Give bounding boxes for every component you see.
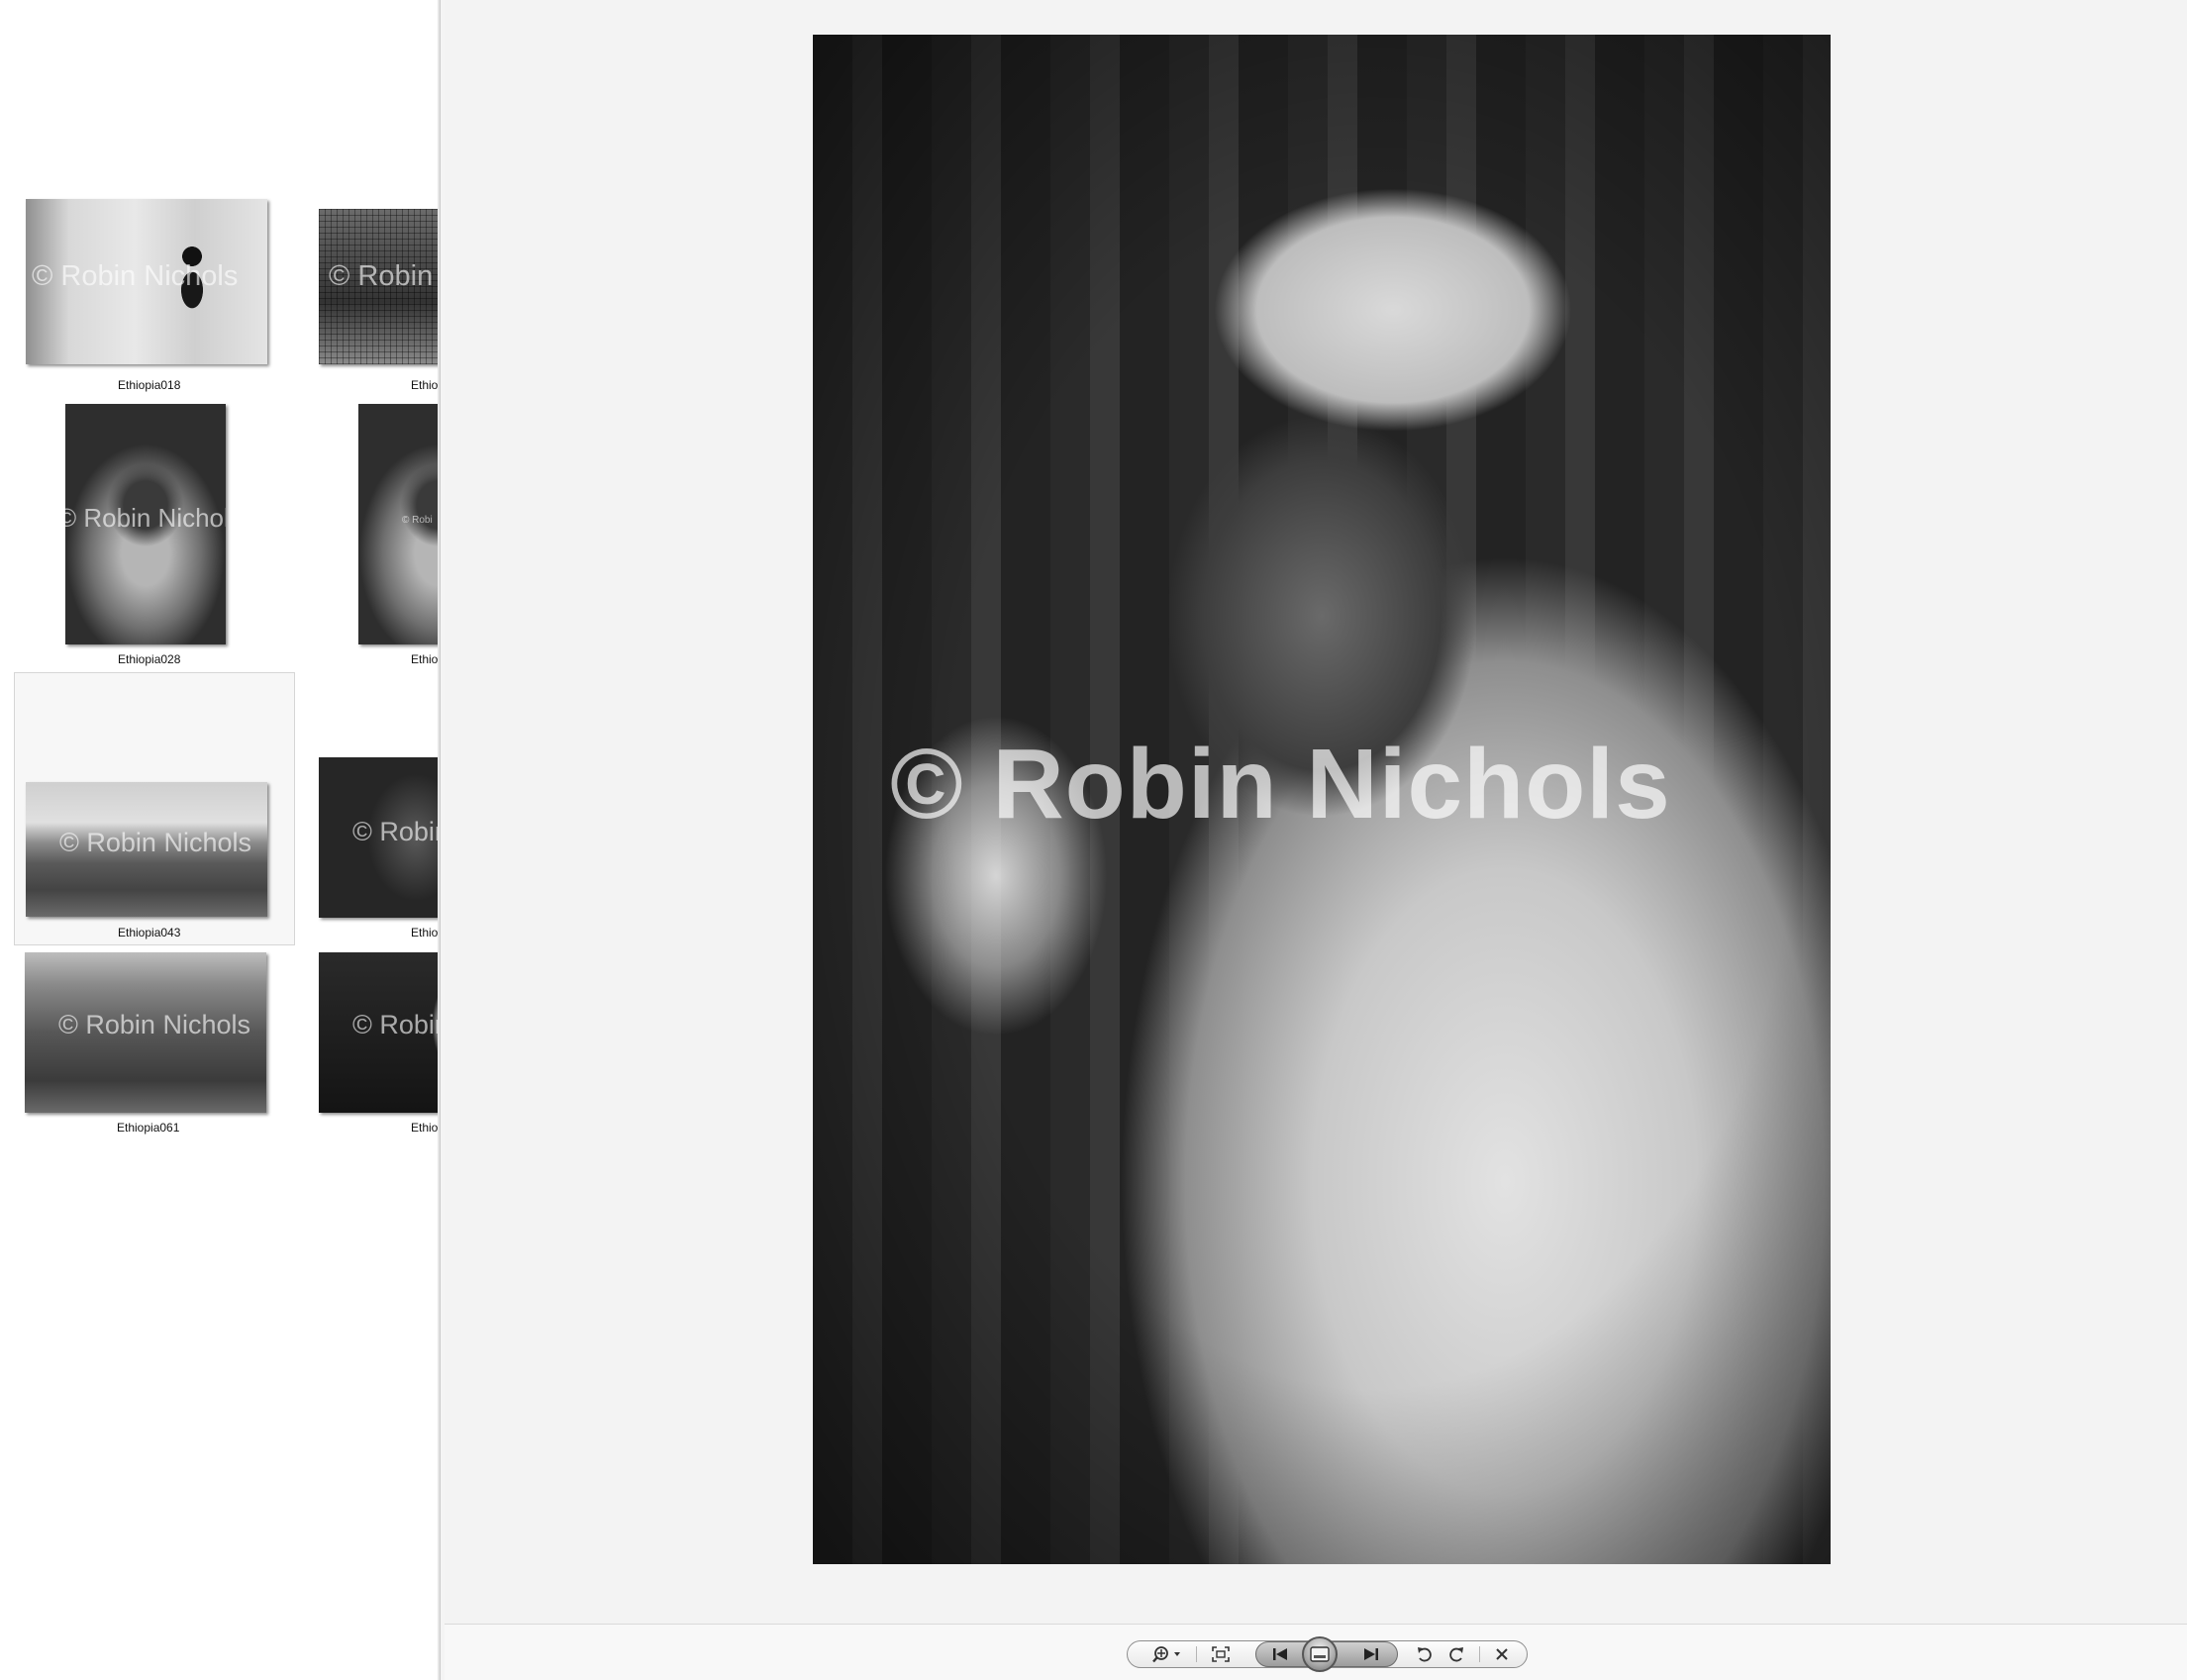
thumbnail-image[interactable]: © Robin: [319, 757, 438, 918]
thumbnail-label: Ethiopia028: [118, 652, 181, 666]
thumbnail-pane[interactable]: © Robin Nichols Ethiopia018 © Robin Ethi…: [0, 0, 438, 1680]
thumbnail-item[interactable]: © Robin Ethio: [307, 672, 438, 945]
thumbnail-image[interactable]: © Robi: [358, 404, 438, 644]
actual-size-icon[interactable]: [1206, 1640, 1236, 1668]
thumbnail-watermark: © Robin: [352, 1010, 438, 1039]
toolbar-separator: [1479, 1646, 1480, 1662]
thumbnail-watermark: © Robi: [402, 515, 433, 526]
thumbnail-item-selected[interactable]: © Robin Nichols Ethiopia043: [14, 672, 295, 945]
thumbnail-watermark: © Robin Nichols: [32, 260, 239, 292]
rotate-counterclockwise-icon[interactable]: [1410, 1640, 1440, 1668]
thumbnail-label: Ethio: [411, 378, 438, 392]
thumbnail-watermark: © Robin Nichols: [59, 828, 251, 857]
photo-watermark: © Robin Nichols: [890, 729, 1671, 840]
next-icon[interactable]: [1352, 1640, 1390, 1668]
rotate-clockwise-icon[interactable]: [1441, 1640, 1471, 1668]
delete-icon[interactable]: [1487, 1640, 1517, 1668]
thumbnail-image[interactable]: © Robin Nichols: [26, 199, 267, 364]
thumbnail-label: Ethiopia018: [118, 378, 181, 392]
thumbnail-label: Ethiopia043: [118, 926, 181, 939]
thumbnail-watermark: © Robin Nichols: [65, 503, 226, 533]
thumbnail-item[interactable]: © Robin Nichols Ethiopia018: [14, 193, 295, 396]
magnifier-zoom-icon[interactable]: [1148, 1640, 1190, 1668]
toolbar-separator: [1196, 1646, 1197, 1662]
thumbnail-watermark: © Robin: [352, 817, 438, 846]
thumbnail-item[interactable]: © Robi Ethio: [307, 399, 438, 671]
main-photo[interactable]: © Robin Nichols: [813, 35, 1831, 1564]
thumbnail-item[interactable]: © Robin Nichols Ethiopia061: [14, 948, 295, 1142]
viewer-toolbar: [1127, 1636, 1528, 1672]
thumbnail-item[interactable]: © Robin Ethio: [307, 193, 438, 396]
thumbnail-label: Ethio: [411, 1121, 438, 1135]
thumbnail-watermark: © Robin Nichols: [58, 1010, 250, 1039]
thumbnail-item[interactable]: © Robin Nichols Ethiopia028: [14, 399, 295, 671]
slideshow-icon[interactable]: [1302, 1636, 1338, 1672]
thumbnail-label: Ethio: [411, 652, 438, 666]
thumbnail-image[interactable]: © Robin Nichols: [26, 782, 267, 917]
previous-icon[interactable]: [1261, 1640, 1299, 1668]
thumbnail-image[interactable]: © Robin: [319, 209, 438, 364]
thumbnail-image[interactable]: © Robin: [319, 952, 438, 1113]
thumbnail-image[interactable]: © Robin Nichols: [65, 404, 226, 644]
thumbnail-label: Ethio: [411, 926, 438, 939]
pane-splitter[interactable]: [438, 0, 445, 1680]
thumbnail-item[interactable]: © Robin Ethio: [307, 948, 438, 1142]
thumbnail-label: Ethiopia061: [117, 1121, 180, 1135]
thumbnail-watermark: © Robin: [329, 260, 434, 292]
thumbnail-image[interactable]: © Robin Nichols: [25, 952, 266, 1113]
